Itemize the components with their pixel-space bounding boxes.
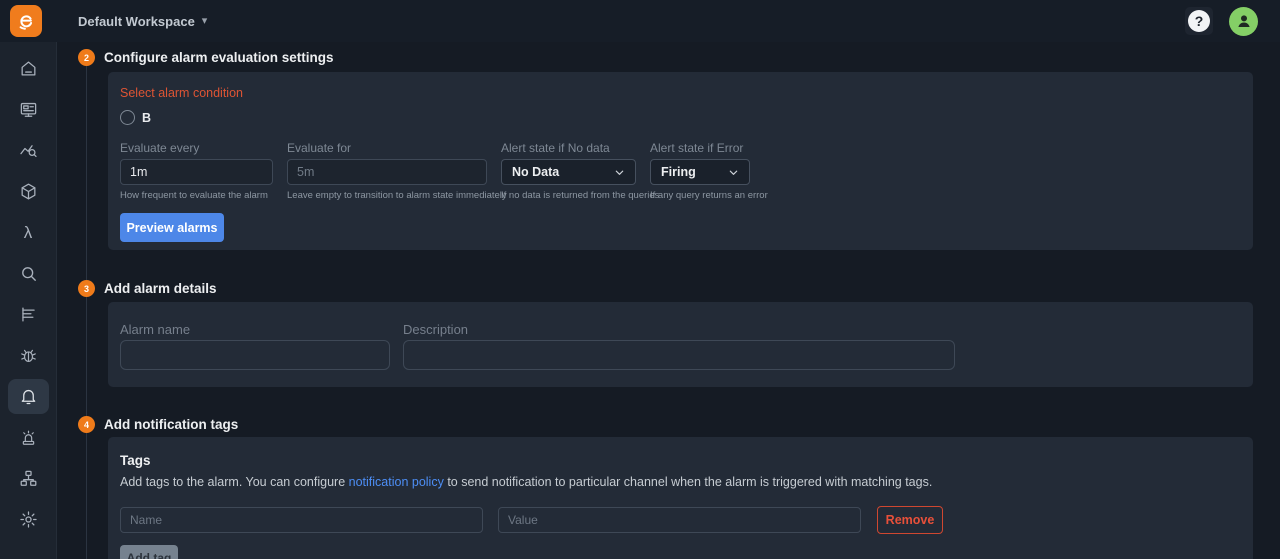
sidebar-item-destinations[interactable] [8, 420, 49, 455]
remove-tag-button[interactable]: Remove [877, 506, 943, 534]
steps-connector-line [86, 66, 87, 559]
sidebar-item-error-tracking[interactable] [8, 338, 49, 373]
alarm-name-label: Alarm name [120, 322, 390, 337]
alert-state-error-help: If any query returns an error [650, 190, 750, 201]
step-header-tags: 4 Add notification tags [57, 416, 1280, 433]
sidebar-item-pipelines[interactable]: λ [8, 215, 49, 250]
description-input[interactable] [403, 340, 955, 370]
cube-icon [19, 182, 38, 201]
chevron-down-icon: ▾ [202, 16, 208, 27]
evaluation-fields-row: Evaluate every How frequent to evaluate … [120, 141, 1241, 201]
evaluate-every-field: Evaluate every How frequent to evaluate … [120, 141, 273, 201]
lambda-icon: λ [24, 223, 33, 243]
select-value: Firing [661, 165, 696, 179]
select-value: No Data [512, 165, 559, 179]
bar-chart-icon [19, 305, 38, 324]
alert-state-error-select[interactable]: Firing [650, 159, 750, 185]
search-icon [19, 264, 38, 283]
alert-state-nodata-field: Alert state if No data No Data If no dat… [501, 141, 636, 201]
notification-policy-link[interactable]: notification policy [349, 475, 444, 489]
help-button[interactable]: ? [1185, 7, 1213, 35]
step-number-badge: 3 [78, 280, 95, 297]
alert-state-nodata-label: Alert state if No data [501, 141, 636, 155]
sidebar-item-metrics[interactable] [8, 133, 49, 168]
evaluate-for-help: Leave empty to transition to alarm state… [287, 190, 487, 201]
workspace-selector[interactable]: Default Workspace ▾ [78, 14, 207, 29]
openobserve-logo-icon [16, 11, 36, 31]
person-icon [1235, 12, 1253, 30]
tag-name-input[interactable] [120, 507, 483, 533]
radio-button[interactable] [120, 110, 135, 125]
bell-icon [19, 387, 38, 406]
siren-icon [19, 428, 38, 447]
app-window: Default Workspace ▾ ? [0, 0, 1280, 559]
step-title: Add notification tags [104, 417, 238, 432]
select-alarm-condition-label: Select alarm condition [120, 86, 1241, 100]
sidebar-item-settings[interactable] [8, 502, 49, 537]
tag-row: Remove [120, 506, 1241, 534]
tags-heading: Tags [120, 453, 1241, 468]
alert-state-error-label: Alert state if Error [650, 141, 750, 155]
metrics-search-icon [19, 141, 38, 160]
sidebar-item-reports[interactable] [8, 297, 49, 332]
evaluate-for-input[interactable] [287, 159, 487, 185]
top-bar: Default Workspace ▾ ? [0, 0, 1280, 42]
condition-radio-option[interactable]: B [120, 110, 1241, 125]
monitor-icon [19, 100, 38, 119]
tags-description-suffix: to send notification to particular chann… [444, 475, 932, 489]
notification-tags-panel: Tags Add tags to the alarm. You can conf… [108, 437, 1253, 559]
alert-state-error-field: Alert state if Error Firing If any query… [650, 141, 750, 201]
alert-state-nodata-help: If no data is returned from the queries [501, 190, 636, 201]
sidebar-item-streams[interactable] [8, 174, 49, 209]
sidebar-item-alerts[interactable] [8, 379, 49, 414]
step-number-badge: 2 [78, 49, 95, 66]
evaluation-settings-panel: Select alarm condition B Evaluate every … [108, 72, 1253, 250]
description-field: Description [403, 322, 955, 370]
app-logo[interactable] [10, 5, 42, 37]
step-header-evaluation: 2 Configure alarm evaluation settings [57, 49, 1280, 66]
sitemap-icon [19, 469, 38, 488]
description-label: Description [403, 322, 955, 337]
tag-value-input[interactable] [498, 507, 861, 533]
main-content: 2 Configure alarm evaluation settings Se… [57, 42, 1280, 559]
preview-alarms-button[interactable]: Preview alarms [120, 213, 224, 242]
evaluate-for-field: Evaluate for Leave empty to transition t… [287, 141, 487, 201]
alarm-name-field: Alarm name [120, 322, 390, 370]
sidebar-nav: λ [0, 42, 57, 559]
chevron-down-icon [614, 167, 625, 178]
bug-icon [19, 346, 38, 365]
evaluate-every-input[interactable] [120, 159, 273, 185]
alert-state-nodata-select[interactable]: No Data [501, 159, 636, 185]
evaluate-every-help: How frequent to evaluate the alarm [120, 190, 273, 201]
step-header-details: 3 Add alarm details [57, 280, 1280, 297]
sidebar-item-search[interactable] [8, 256, 49, 291]
radio-label: B [142, 111, 151, 125]
workspace-label: Default Workspace [78, 14, 195, 29]
tags-description: Add tags to the alarm. You can configure… [120, 475, 1241, 489]
gear-icon [19, 510, 38, 529]
add-tag-button[interactable]: Add tag [120, 545, 178, 559]
evaluate-for-label: Evaluate for [287, 141, 487, 155]
tags-description-prefix: Add tags to the alarm. You can configure [120, 475, 349, 489]
alarm-name-input[interactable] [120, 340, 390, 370]
step-number-badge: 4 [78, 416, 95, 433]
alarm-details-panel: Alarm name Description [108, 302, 1253, 387]
sidebar-item-logs[interactable] [8, 92, 49, 127]
step-title: Add alarm details [104, 281, 217, 296]
chevron-down-icon [728, 167, 739, 178]
step-title: Configure alarm evaluation settings [104, 50, 334, 65]
help-icon: ? [1188, 10, 1210, 32]
home-icon [19, 59, 38, 78]
user-avatar[interactable] [1229, 7, 1258, 36]
sidebar-item-iam[interactable] [8, 461, 49, 496]
evaluate-every-label: Evaluate every [120, 141, 273, 155]
sidebar-item-home[interactable] [8, 51, 49, 86]
